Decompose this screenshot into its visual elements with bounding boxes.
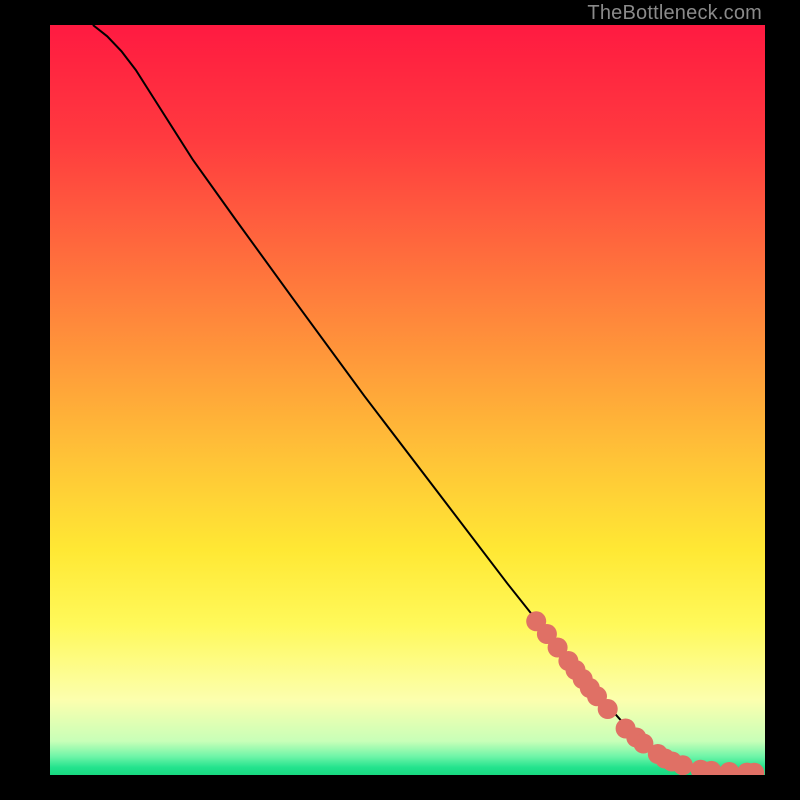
gradient-background <box>50 25 765 775</box>
chart-svg <box>50 25 765 775</box>
scatter-point <box>598 699 618 719</box>
plot-area <box>50 25 765 775</box>
chart-stage: TheBottleneck.com <box>0 0 800 800</box>
scatter-point <box>673 755 693 775</box>
attribution-text: TheBottleneck.com <box>587 2 762 25</box>
